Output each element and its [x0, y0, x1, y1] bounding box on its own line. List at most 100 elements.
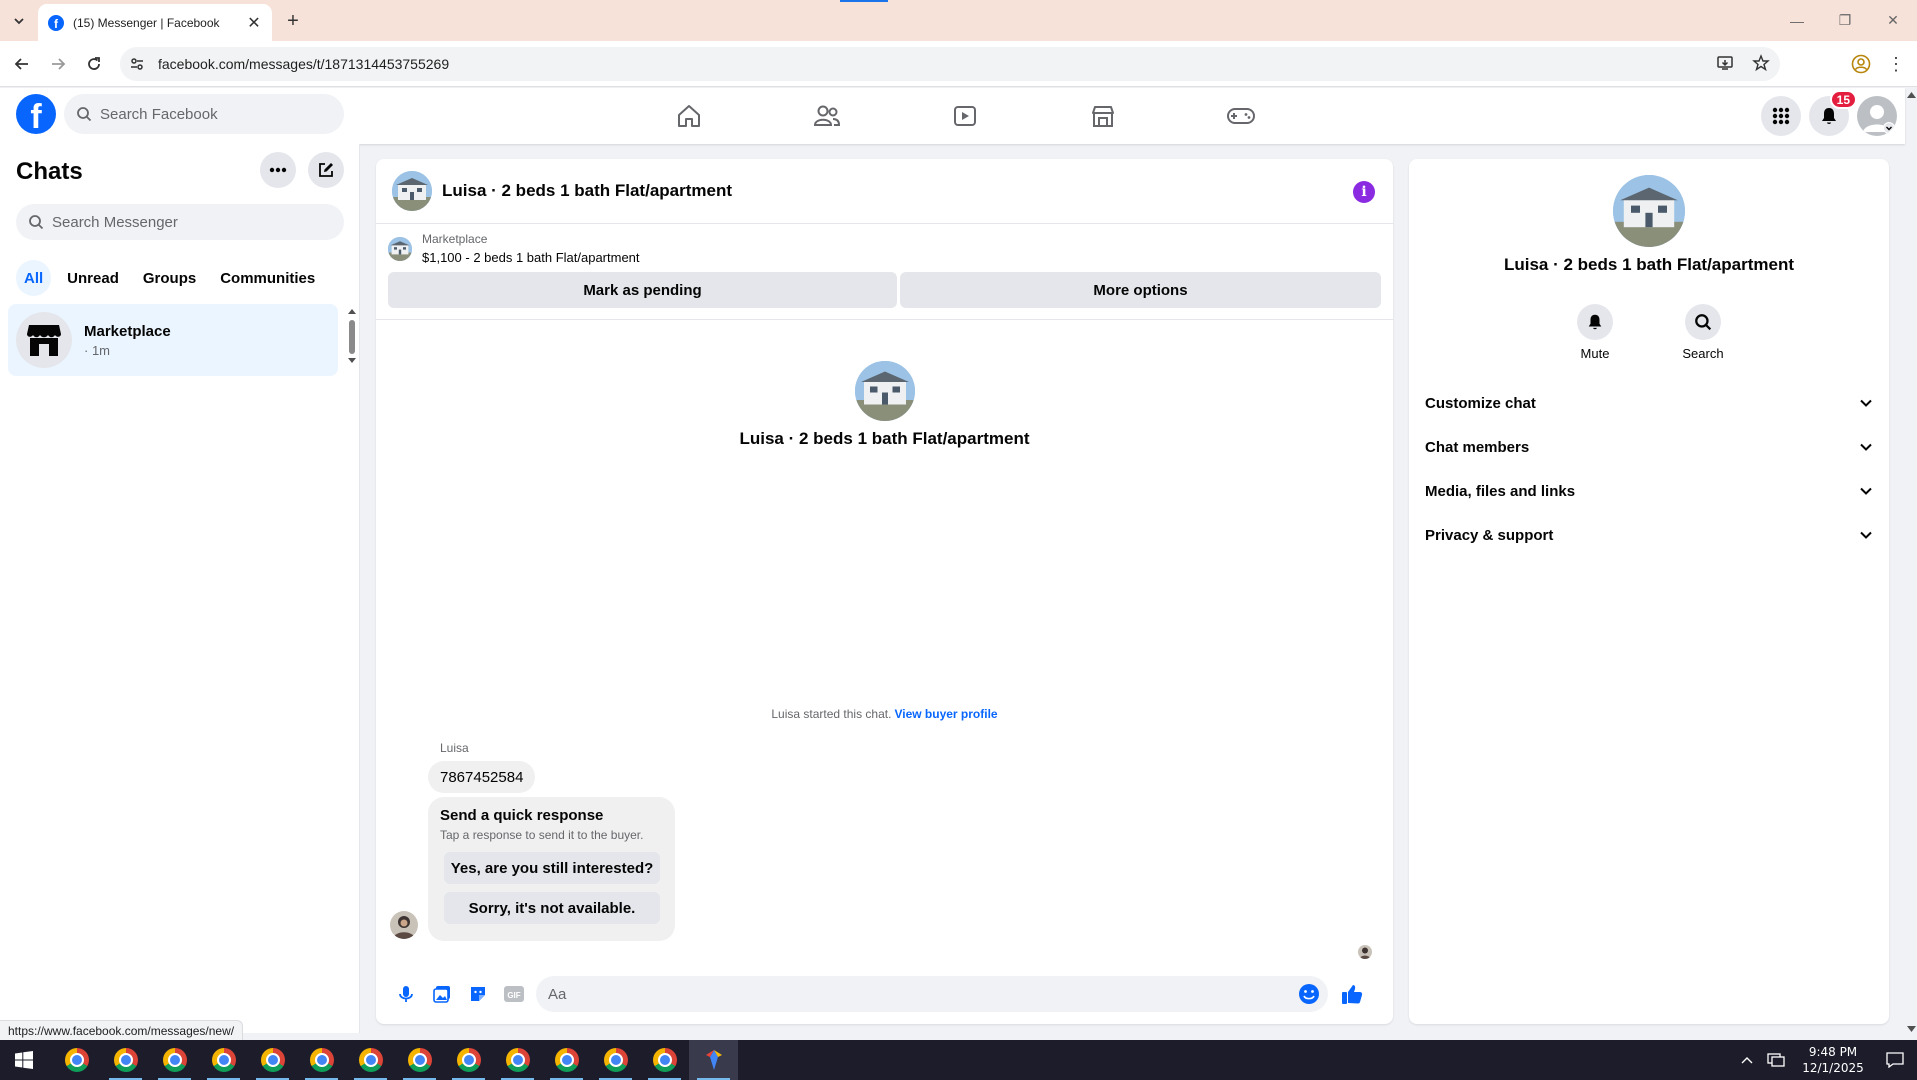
taskbar-chrome-window[interactable]	[395, 1040, 444, 1080]
taskbar-chrome-window[interactable]	[199, 1040, 248, 1080]
messenger-search[interactable]	[16, 204, 344, 240]
quick-reply-not-available[interactable]: Sorry, it's not available.	[444, 892, 660, 924]
taskbar-chrome-window[interactable]	[248, 1040, 297, 1080]
taskbar-chrome[interactable]	[52, 1040, 101, 1080]
nav-friends[interactable]	[758, 88, 896, 144]
nav-marketplace[interactable]	[1034, 88, 1172, 144]
chrome-icon	[260, 1048, 285, 1072]
message-bubble[interactable]: 7867452584	[428, 761, 536, 793]
menu-grid-button[interactable]	[1761, 96, 1801, 136]
voice-clip-button[interactable]	[388, 976, 424, 1012]
facebook-favicon-icon: f	[48, 14, 64, 31]
browser-tab[interactable]: f (15) Messenger | Facebook ✕	[38, 4, 272, 41]
address-bar[interactable]: facebook.com/messages/t/1871314453755269	[120, 47, 1780, 81]
restore-button[interactable]: ❐	[1821, 0, 1869, 41]
chrome-icon	[407, 1048, 432, 1072]
facebook-search[interactable]	[64, 94, 344, 134]
chat-started-note: Luisa started this chat. View buyer profi…	[376, 707, 1393, 721]
conversation-title[interactable]: Luisa · 2 beds 1 bath Flat/apartment	[442, 181, 732, 201]
taskbar-chrome-window[interactable]	[297, 1040, 346, 1080]
filter-all[interactable]: All	[16, 260, 52, 296]
sticker-icon	[471, 987, 485, 1001]
messenger-search-input[interactable]	[52, 213, 322, 231]
close-window-button[interactable]: ✕	[1869, 0, 1917, 41]
tab-search-button[interactable]	[6, 8, 32, 34]
chats-more-button[interactable]	[260, 152, 296, 188]
section-privacy-support[interactable]: Privacy & support	[1417, 513, 1881, 557]
taskbar-chrome-window[interactable]	[542, 1040, 591, 1080]
reload-button[interactable]	[80, 50, 108, 78]
nav-gaming[interactable]	[1172, 88, 1310, 144]
view-buyer-profile-link[interactable]: View buyer profile	[894, 707, 997, 721]
back-button[interactable]	[8, 50, 36, 78]
chat-time: · 1m	[84, 342, 110, 358]
chevron-down-icon	[1860, 487, 1872, 495]
minimize-button[interactable]: —	[1773, 0, 1821, 41]
mute-button[interactable]: Mute	[1559, 304, 1631, 361]
marketplace-label: Marketplace	[422, 232, 488, 246]
page-scroll-down-arrow[interactable]	[1906, 1022, 1917, 1036]
nav-home[interactable]	[620, 88, 758, 144]
emoji-icon[interactable]	[1298, 983, 1320, 1005]
start-button[interactable]	[0, 1040, 48, 1080]
conversation-intro: Luisa · 2 beds 1 bath Flat/apartment	[376, 361, 1393, 449]
chrome-profile-icon[interactable]	[1847, 50, 1875, 78]
back-arrow-icon	[14, 58, 28, 70]
filter-unread[interactable]: Unread	[59, 260, 127, 296]
site-info-icon[interactable]	[120, 47, 154, 81]
taskbar-chrome-window[interactable]	[444, 1040, 493, 1080]
gif-button[interactable]: GIF	[496, 976, 532, 1012]
microphone-icon	[399, 986, 413, 1002]
chrome-icon	[456, 1048, 481, 1072]
info-icon[interactable]: i	[1353, 181, 1375, 203]
taskbar-chrome-window[interactable]	[493, 1040, 542, 1080]
install-app-icon[interactable]	[1716, 54, 1734, 72]
svg-text:GIF: GIF	[507, 991, 520, 1000]
listing-title: $1,100 - 2 beds 1 bath Flat/apartment	[422, 250, 640, 265]
taskbar-chrome-window[interactable]	[640, 1040, 689, 1080]
sender-avatar[interactable]	[390, 911, 418, 939]
new-tab-button[interactable]: +	[280, 8, 306, 34]
tray-overflow-chevron-icon[interactable]	[1735, 1040, 1759, 1080]
quick-reply-still-interested[interactable]: Yes, are you still interested?	[444, 852, 660, 884]
details-listing-photo	[1613, 175, 1685, 247]
message-input-field[interactable]	[536, 976, 1328, 1012]
facebook-search-input[interactable]	[100, 105, 320, 123]
section-chat-members[interactable]: Chat members	[1417, 425, 1881, 469]
chats-scrollbar[interactable]	[347, 306, 357, 366]
nav-video[interactable]	[896, 88, 1034, 144]
listing-thumbnail[interactable]	[392, 171, 432, 211]
page-scroll-up-arrow[interactable]	[1906, 88, 1917, 102]
account-avatar[interactable]	[1857, 96, 1897, 136]
mark-as-pending-button[interactable]: Mark as pending	[388, 272, 897, 308]
taskbar-clock[interactable]: 9:48 PM 12/1/2025	[1793, 1044, 1873, 1076]
section-media-files-links[interactable]: Media, files and links	[1417, 469, 1881, 513]
action-center-button[interactable]	[1873, 1040, 1917, 1080]
filter-communities[interactable]: Communities	[212, 260, 323, 296]
more-dots-icon	[260, 152, 296, 188]
chrome-menu-icon[interactable]: ⋮	[1884, 50, 1908, 78]
listing-info[interactable]: Marketplace $1,100 - 2 beds 1 bath Flat/…	[388, 232, 640, 265]
new-message-button[interactable]	[308, 152, 344, 188]
bookmark-star-icon[interactable]	[1752, 54, 1770, 72]
taskbar-active-app[interactable]	[689, 1040, 738, 1080]
filter-groups[interactable]: Groups	[135, 260, 204, 296]
notifications-button[interactable]: 15	[1809, 90, 1857, 136]
sticker-button[interactable]	[460, 976, 496, 1012]
message-input[interactable]	[548, 985, 1298, 1003]
tab-close-icon[interactable]: ✕	[246, 15, 262, 32]
send-like-button[interactable]	[1332, 976, 1372, 1012]
search-in-chat-button[interactable]: Search	[1667, 304, 1739, 361]
facebook-logo-icon[interactable]: f	[16, 94, 56, 134]
attach-photo-button[interactable]	[424, 976, 460, 1012]
network-icon[interactable]	[1759, 1040, 1793, 1080]
section-customize-chat[interactable]: Customize chat	[1417, 381, 1881, 425]
home-icon	[678, 105, 700, 127]
taskbar-chrome-window[interactable]	[591, 1040, 640, 1080]
forward-button[interactable]	[44, 50, 72, 78]
taskbar-chrome-window[interactable]	[101, 1040, 150, 1080]
more-options-button[interactable]: More options	[900, 272, 1381, 308]
chat-list-item[interactable]: Marketplace · 1m	[8, 304, 338, 376]
taskbar-chrome-window[interactable]	[150, 1040, 199, 1080]
taskbar-chrome-window[interactable]	[346, 1040, 395, 1080]
